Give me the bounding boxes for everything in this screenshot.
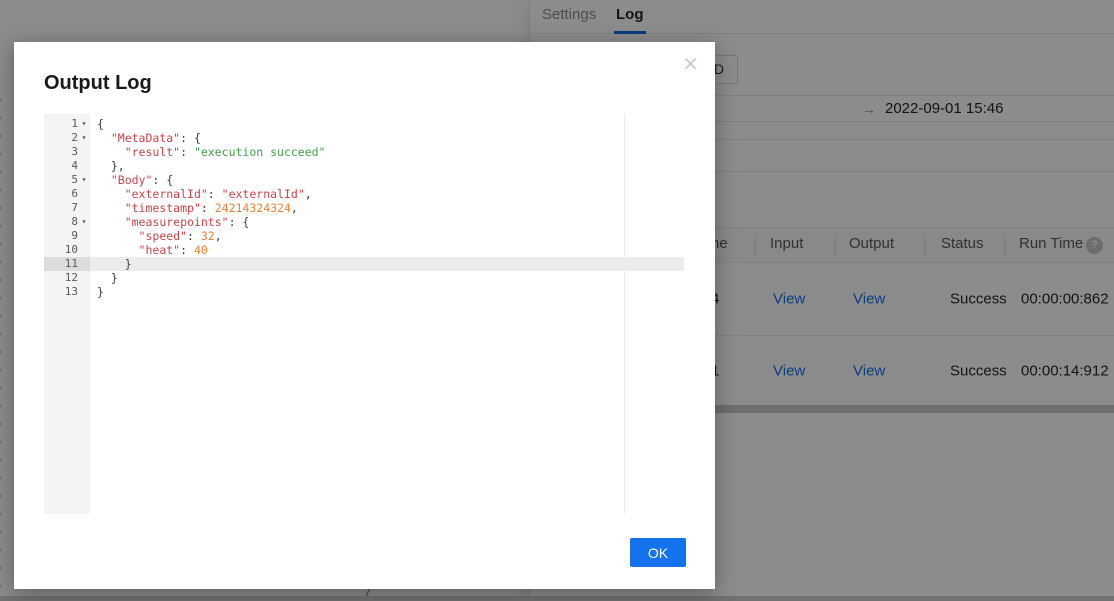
line-number: 9 xyxy=(71,229,78,242)
editor-line[interactable]: 2 ▾ "MetaData": { xyxy=(44,131,684,145)
code-line-text: { xyxy=(97,117,104,131)
code-line-text: "timestamp": 24214324324, xyxy=(124,201,298,215)
line-number: 10 xyxy=(64,243,78,256)
fold-arrow-icon[interactable]: ▾ xyxy=(78,173,90,187)
editor-line[interactable]: 10 "heat": 40 xyxy=(44,243,684,257)
fold-arrow-icon[interactable]: ▾ xyxy=(78,131,90,145)
editor-line[interactable]: 12 } xyxy=(44,271,684,285)
editor-line[interactable]: 5 ▾ "Body": { xyxy=(44,173,684,187)
line-number: 4 xyxy=(71,159,78,172)
code-line-text: "heat": 40 xyxy=(138,243,208,257)
code-line-text: } xyxy=(124,257,132,271)
dialog-title: Output Log xyxy=(44,72,152,94)
fold-arrow-icon[interactable]: ▾ xyxy=(78,215,90,229)
line-number: 3 xyxy=(71,145,78,158)
output-log-dialog: Output Log ✕ 1 ▾{2 ▾ "MetaData": {3 "resul… xyxy=(14,42,715,589)
editor-line[interactable]: 3 "result": "execution succeed" xyxy=(44,145,684,159)
line-number: 11 xyxy=(44,257,90,271)
code-line-text: "Body": { xyxy=(110,173,174,187)
line-number: 5 ▾ xyxy=(44,173,90,187)
line-number: 1 ▾ xyxy=(44,117,90,131)
line-number: 7 xyxy=(71,201,78,214)
editor-line[interactable]: 7 "timestamp": 24214324324, xyxy=(44,201,684,215)
code-line-text: } xyxy=(97,285,104,299)
close-icon[interactable]: ✕ xyxy=(682,55,699,75)
fold-arrow-icon[interactable]: ▾ xyxy=(78,117,90,131)
editor-line[interactable]: 1 ▾ { xyxy=(44,117,684,131)
line-number: 6 xyxy=(71,187,78,200)
editor-line[interactable]: 8 ▾ "measurepoints": { xyxy=(44,215,684,229)
line-number: 8 ▾ xyxy=(44,215,90,229)
ok-button[interactable]: OK xyxy=(630,538,686,567)
code-line-text: }, xyxy=(110,159,125,173)
editor-line[interactable]: 9 "speed": 32, xyxy=(44,229,684,243)
code-line-text: "result": "execution succeed" xyxy=(124,145,326,159)
code-line-text: } xyxy=(110,271,118,285)
json-code-editor[interactable]: 1 ▾{2 ▾ "MetaData": {3 "result": "executio… xyxy=(44,114,684,514)
line-number: 12 xyxy=(64,271,78,284)
code-line-text: "MetaData": { xyxy=(110,131,201,145)
line-number: 2 ▾ xyxy=(44,131,90,145)
editor-line[interactable]: 6 "externalId": "externalId", xyxy=(44,187,684,201)
code-editor-lines: 1 ▾{2 ▾ "MetaData": {3 "result": "executio… xyxy=(44,117,684,299)
editor-line[interactable]: 11 } xyxy=(44,257,684,271)
editor-line[interactable]: 4 }, xyxy=(44,159,684,173)
line-number: 13 xyxy=(64,285,78,298)
code-line-text: "externalId": "externalId", xyxy=(124,187,312,201)
code-line-text: "speed": 32, xyxy=(138,229,222,243)
code-line-text: "measurepoints": { xyxy=(124,215,250,229)
editor-line[interactable]: 13} xyxy=(44,285,684,299)
